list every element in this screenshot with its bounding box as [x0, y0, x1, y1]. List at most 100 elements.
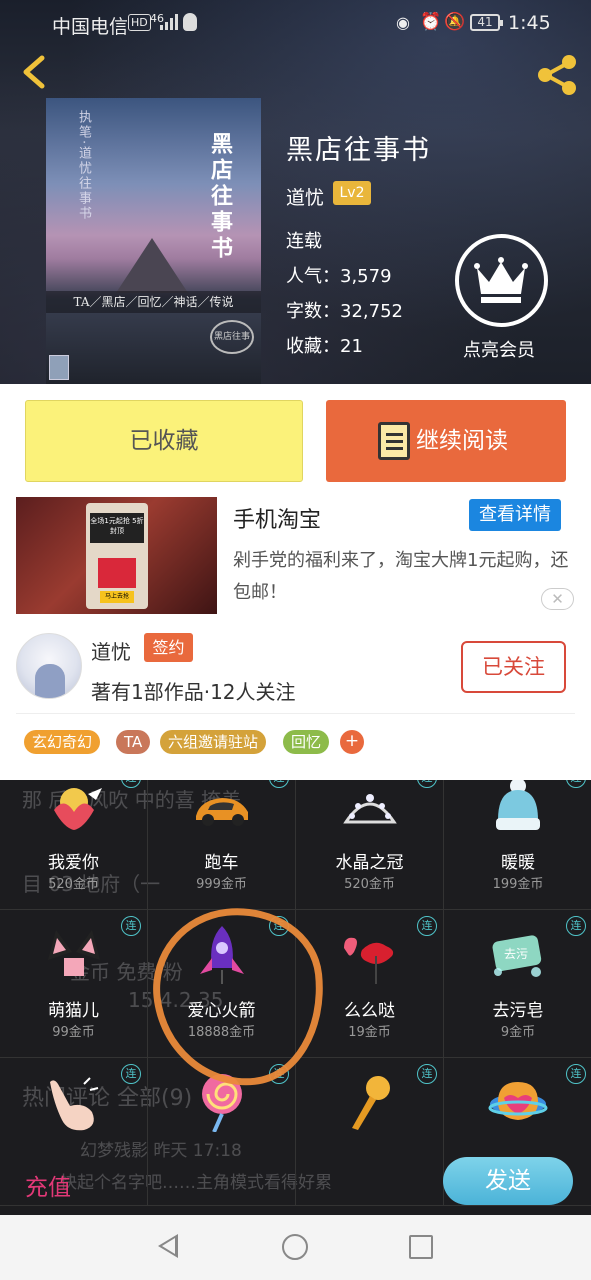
- combo-badge: 连: [121, 1064, 141, 1084]
- cover-tag-band: TA／黑店／回忆／神话／传说: [46, 291, 261, 313]
- collected-button[interactable]: 已收藏: [25, 400, 303, 482]
- cupid-icon: [54, 788, 102, 830]
- combo-badge: 连: [566, 916, 586, 936]
- vip-label[interactable]: 点亮会员: [463, 336, 535, 362]
- follow-button[interactable]: 已关注: [461, 641, 566, 693]
- cover-road: [116, 238, 188, 293]
- eye-icon: ◉: [396, 13, 410, 32]
- word-count-label: 字数：: [286, 301, 340, 322]
- recharge-button[interactable]: 充值: [25, 1168, 71, 1202]
- soap-text: 去污: [504, 947, 528, 961]
- gift-name: 水晶之冠: [335, 853, 404, 873]
- author-card-name[interactable]: 道忧: [91, 636, 131, 665]
- hd-icon: HD: [128, 14, 151, 31]
- combo-badge: 连: [417, 916, 437, 936]
- word-count-value: 32,752: [340, 301, 403, 322]
- gift-item[interactable]: 连 萌猫儿 99金币: [0, 910, 148, 1058]
- gift-item[interactable]: 连 暖暖 199金币: [444, 780, 591, 910]
- share-icon: [538, 55, 576, 95]
- gift-item[interactable]: 连 去污 去污皂 9金币: [444, 910, 591, 1058]
- author-name[interactable]: 道忧: [286, 183, 324, 210]
- gift-price: 199金币: [492, 877, 544, 892]
- nav-recent-apps-icon[interactable]: [409, 1235, 433, 1259]
- tag-chip[interactable]: 六组邀请驻站: [160, 730, 267, 754]
- ad-image[interactable]: 全场1元起抢 5折封顶 马上去抢: [16, 497, 217, 614]
- qq-icon: [183, 13, 197, 31]
- ad-promo-text: 全场1元起抢 5折封顶: [90, 513, 144, 543]
- popularity-value: 3,579: [340, 266, 392, 287]
- gift-name: 暖暖: [501, 853, 535, 873]
- continue-read-label: 继续阅读: [416, 428, 508, 454]
- signed-badge: 签约: [144, 633, 193, 662]
- author-stats: 著有1部作品·12人关注: [91, 680, 296, 704]
- popularity-label: 人气：: [286, 266, 340, 287]
- share-button[interactable]: [534, 52, 580, 98]
- gift-item[interactable]: 连 我爱你 520金币: [0, 780, 148, 910]
- gift-name: 我爱你: [48, 853, 99, 873]
- combo-badge: 连: [269, 780, 289, 788]
- nav-home-icon[interactable]: [282, 1234, 308, 1260]
- ad-phone: 全场1元起抢 5折封顶 马上去抢: [86, 503, 148, 609]
- cover-title: 黑店往事书: [207, 132, 233, 262]
- ad-close-icon[interactable]: ✕: [541, 588, 574, 610]
- gift-item[interactable]: 连: [0, 1058, 148, 1206]
- signal-icon: [160, 14, 180, 30]
- favorites-label: 收藏：: [286, 336, 340, 357]
- gift-item[interactable]: 连: [296, 1058, 444, 1206]
- microphone-icon: [352, 1076, 390, 1130]
- gift-price: 520金币: [344, 877, 395, 892]
- cover-seal: 黑店往事: [210, 320, 254, 354]
- battery-icon: 41: [470, 14, 503, 31]
- combo-badge: 连: [121, 780, 141, 788]
- ad-gift-box: [98, 558, 136, 588]
- gift-name: 萌猫儿: [48, 1001, 99, 1021]
- soap-icon: 去污: [492, 935, 542, 977]
- combo-badge: 连: [566, 780, 586, 788]
- tag-chip[interactable]: 玄幻奇幻: [24, 730, 101, 754]
- book-icon: [378, 422, 410, 460]
- mute-bell-icon: 🔕: [444, 12, 466, 32]
- ad-detail-button[interactable]: 查看详情: [469, 499, 561, 531]
- gift-name: 跑车: [204, 853, 239, 873]
- chevron-left-icon: [23, 55, 45, 89]
- kiss-lips-icon: [344, 937, 394, 984]
- gift-price: 999金币: [196, 877, 247, 892]
- favorites-stat: 收藏：21: [286, 332, 363, 358]
- back-button[interactable]: [16, 52, 56, 92]
- gift-price: 9金币: [500, 1025, 536, 1040]
- avatar[interactable]: [16, 633, 82, 699]
- tag-chip[interactable]: TA: [116, 730, 151, 754]
- nav-back-icon[interactable]: [158, 1234, 178, 1258]
- gift-price: 19金币: [348, 1025, 391, 1040]
- add-tag-button[interactable]: +: [340, 730, 364, 754]
- favorites-value: 21: [340, 336, 363, 357]
- cover-qr-icon: [49, 355, 69, 380]
- send-button[interactable]: 发送: [443, 1157, 573, 1205]
- combo-badge: 连: [121, 916, 141, 936]
- gift-name: 去污皂: [492, 1001, 544, 1021]
- combo-badge: 连: [417, 1064, 437, 1084]
- gift-item[interactable]: 连 跑车 999金币: [148, 780, 296, 910]
- status-bar: 中国电信 HD 46 ◉ ⏰ 🔕 41 1:45: [0, 0, 591, 46]
- book-title: 黑店往事书: [286, 135, 431, 166]
- ad-cta: 马上去抢: [100, 591, 134, 603]
- combo-badge: 连: [566, 1064, 586, 1084]
- heart-planet-icon: [488, 1082, 548, 1120]
- system-nav-bar: [0, 1215, 591, 1280]
- popularity-stat: 人气：3,579: [286, 262, 392, 288]
- ad-description[interactable]: 剁手党的福利来了，淘宝大牌1元起购，还包邮！: [233, 545, 573, 609]
- alarm-icon: ⏰: [420, 12, 442, 32]
- gift-item[interactable]: 连 水晶之冠 520金币: [296, 780, 444, 910]
- vip-button[interactable]: [455, 234, 548, 327]
- book-cover[interactable]: 执笔·道忧往事书 黑店往事书 TA／黑店／回忆／神话／传说 黑店往事: [46, 98, 261, 384]
- clock: 1:45: [508, 12, 551, 34]
- gift-price: 520金币: [48, 877, 99, 892]
- gift-price: 99金币: [52, 1025, 95, 1040]
- continue-read-button[interactable]: 继续阅读: [326, 400, 566, 482]
- cat-ears-icon: [48, 930, 100, 976]
- ad-title[interactable]: 手机淘宝: [233, 502, 321, 534]
- book-header: 中国电信 HD 46 ◉ ⏰ 🔕 41 1:45 执笔·道忧往事书 黑店往事书 …: [0, 0, 591, 384]
- level-badge: Lv2: [333, 181, 371, 205]
- tag-chip[interactable]: 回忆: [283, 730, 330, 754]
- divider: [16, 713, 575, 714]
